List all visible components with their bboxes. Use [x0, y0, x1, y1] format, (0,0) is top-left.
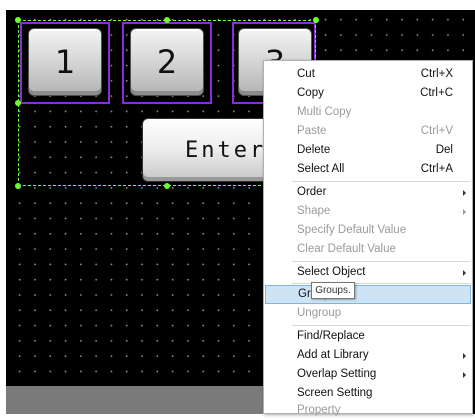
menu-item-label: Find/Replace	[297, 330, 365, 342]
selection-handle-tl[interactable]	[15, 17, 21, 23]
menu-separator	[292, 325, 470, 326]
menu-item-property[interactable]: Property	[265, 401, 471, 420]
menu-item-shortcut: Ctrl+X	[420, 68, 453, 80]
menu-item-label: Order	[297, 186, 327, 198]
menu-item-label: Screen Setting	[297, 387, 373, 399]
menu-item-select-all[interactable]: Select All Ctrl+A	[265, 160, 471, 179]
menu-item-label: Add at Library	[297, 349, 369, 361]
tooltip: Groups.	[311, 282, 355, 299]
submenu-arrow-icon	[463, 270, 466, 276]
submenu-arrow-icon	[463, 190, 466, 196]
menu-item-paste[interactable]: Paste Ctrl+V	[265, 122, 471, 141]
menu-item-copy[interactable]: Copy Ctrl+C	[265, 84, 471, 103]
canvas-bottom-bar	[6, 386, 266, 414]
menu-item-label: Copy	[297, 87, 324, 99]
menu-item-label: Paste	[297, 125, 327, 137]
menu-item-clear-default-value[interactable]: Clear Default Value	[265, 240, 471, 259]
menu-item-shape[interactable]: Shape	[265, 202, 471, 221]
menu-item-overlap-setting[interactable]: Overlap Setting	[265, 365, 471, 384]
menu-separator	[292, 261, 470, 262]
selection-handle-bl[interactable]	[15, 183, 21, 189]
menu-item-shortcut: Del	[435, 144, 453, 156]
menu-item-label: Delete	[297, 144, 331, 156]
submenu-arrow-icon	[463, 209, 466, 215]
menu-item-select-object[interactable]: Select Object	[265, 263, 471, 282]
submenu-arrow-icon	[463, 372, 466, 378]
menu-item-multi-copy[interactable]: Multi Copy	[265, 103, 471, 122]
menu-item-shortcut: Ctrl+A	[420, 163, 453, 175]
menu-item-label: Clear Default Value	[297, 243, 396, 255]
menu-item-label: Shape	[297, 205, 331, 217]
context-menu: Cut Ctrl+X Copy Ctrl+C Multi Copy Paste Ctr…	[263, 60, 473, 416]
menu-item-cut[interactable]: Cut Ctrl+X	[265, 65, 471, 84]
menu-item-label: Cut	[297, 68, 315, 80]
menu-item-add-at-library[interactable]: Add at Library	[265, 346, 471, 365]
menu-item-label: Select Object	[297, 266, 366, 278]
menu-item-shortcut: Ctrl+C	[420, 87, 453, 99]
menu-item-find-replace[interactable]: Find/Replace	[265, 327, 471, 346]
menu-item-label: Multi Copy	[297, 106, 352, 118]
selection-handle-ml[interactable]	[15, 100, 21, 106]
menu-item-label: Select All	[297, 163, 345, 175]
menu-item-label: Property	[297, 404, 341, 416]
menu-item-label: Overlap Setting	[297, 368, 377, 380]
menu-item-group[interactable]: Group	[265, 285, 471, 304]
selection-handle-bm[interactable]	[164, 183, 170, 189]
menu-item-delete[interactable]: Delete Del	[265, 141, 471, 160]
menu-item-order[interactable]: Order	[265, 183, 471, 202]
menu-separator	[292, 181, 470, 182]
selection-handle-tr[interactable]	[313, 17, 319, 23]
menu-item-ungroup[interactable]: Ungroup	[265, 304, 471, 323]
menu-item-shortcut: Ctrl+V	[420, 125, 453, 137]
menu-item-label: Ungroup	[297, 307, 342, 319]
menu-item-specify-default-value[interactable]: Specify Default Value	[265, 221, 471, 240]
selection-handle-tm[interactable]	[164, 17, 170, 23]
submenu-arrow-icon	[463, 353, 466, 359]
menu-item-label: Specify Default Value	[297, 224, 407, 236]
